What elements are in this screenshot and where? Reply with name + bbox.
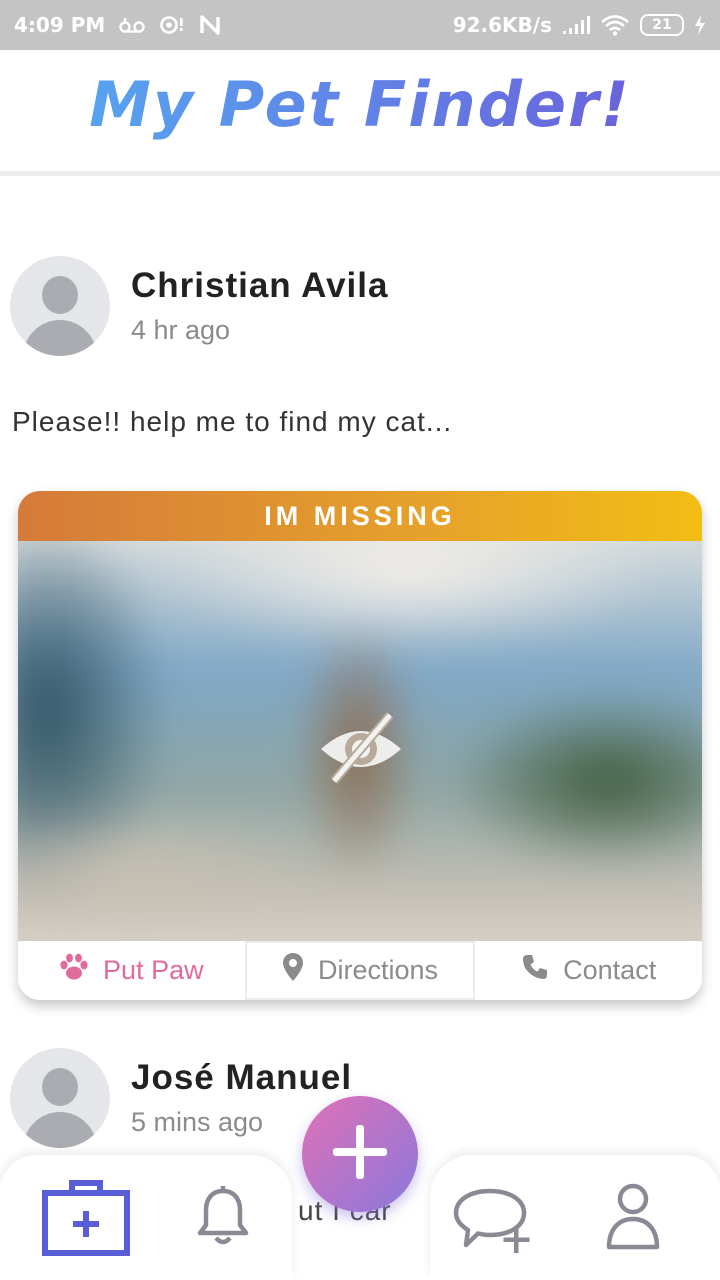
pet-photo[interactable] bbox=[18, 541, 702, 941]
put-paw-button[interactable]: Put Paw bbox=[18, 941, 245, 1000]
n-icon bbox=[199, 15, 221, 35]
post-timestamp: 5 mins ago bbox=[131, 1107, 264, 1137]
avatar-head bbox=[42, 276, 78, 314]
chat-add-icon bbox=[450, 1185, 538, 1262]
nav-profile[interactable] bbox=[603, 1181, 663, 1256]
status-right: 92.6KB/s 21 bbox=[453, 13, 706, 37]
status-bar: 4:09 PM 92.6KB/s 21 bbox=[0, 0, 720, 50]
avatar[interactable] bbox=[10, 1048, 110, 1148]
camera-notification-icon bbox=[159, 15, 185, 35]
post-author-name[interactable]: Christian Avila bbox=[131, 266, 388, 306]
nav-home[interactable] bbox=[42, 1179, 130, 1262]
missing-banner: IM MISSING bbox=[18, 491, 702, 541]
nav-messages[interactable] bbox=[450, 1185, 538, 1262]
app-header: My Pet Finder! bbox=[0, 50, 720, 176]
post-timestamp: 4 hr ago bbox=[131, 315, 231, 345]
status-left: 4:09 PM bbox=[14, 13, 221, 37]
contact-button[interactable]: Contact bbox=[475, 941, 702, 1000]
directions-label: Directions bbox=[317, 955, 439, 985]
missing-pet-card: IM MISSING Put Paw Directions Contact bbox=[18, 491, 702, 1000]
eye-off-icon[interactable] bbox=[316, 711, 406, 787]
post-author-name[interactable]: José Manuel bbox=[131, 1058, 352, 1098]
avatar-shoulders bbox=[23, 1112, 97, 1148]
location-pin-icon bbox=[282, 952, 304, 989]
charging-icon bbox=[694, 15, 706, 35]
add-post-button[interactable] bbox=[302, 1096, 418, 1212]
post-text: Please!! help me to find my cat... bbox=[12, 406, 453, 437]
avatar-head bbox=[42, 1068, 78, 1106]
user-icon bbox=[603, 1181, 663, 1256]
card-actions: Put Paw Directions Contact bbox=[18, 941, 702, 1000]
phone-icon bbox=[521, 953, 549, 988]
avatar-shoulders bbox=[23, 320, 97, 356]
wifi-icon bbox=[600, 14, 630, 36]
status-time: 4:09 PM bbox=[14, 13, 106, 37]
avatar[interactable] bbox=[10, 256, 110, 356]
put-paw-label: Put Paw bbox=[103, 955, 204, 985]
directions-button[interactable]: Directions bbox=[244, 941, 476, 1000]
signal-icon bbox=[562, 15, 590, 35]
battery-level: 21 bbox=[652, 17, 672, 33]
network-speed: 92.6KB/s bbox=[452, 13, 552, 37]
app-title: My Pet Finder! bbox=[89, 68, 631, 141]
medical-kit-icon bbox=[42, 1179, 130, 1262]
voicemail-icon bbox=[119, 16, 145, 34]
paw-icon bbox=[59, 953, 89, 988]
nav-notifications[interactable] bbox=[192, 1185, 254, 1254]
contact-label: Contact bbox=[563, 955, 657, 985]
plus-icon bbox=[329, 1121, 391, 1188]
battery-icon: 21 bbox=[640, 14, 684, 36]
bell-icon bbox=[192, 1185, 254, 1254]
